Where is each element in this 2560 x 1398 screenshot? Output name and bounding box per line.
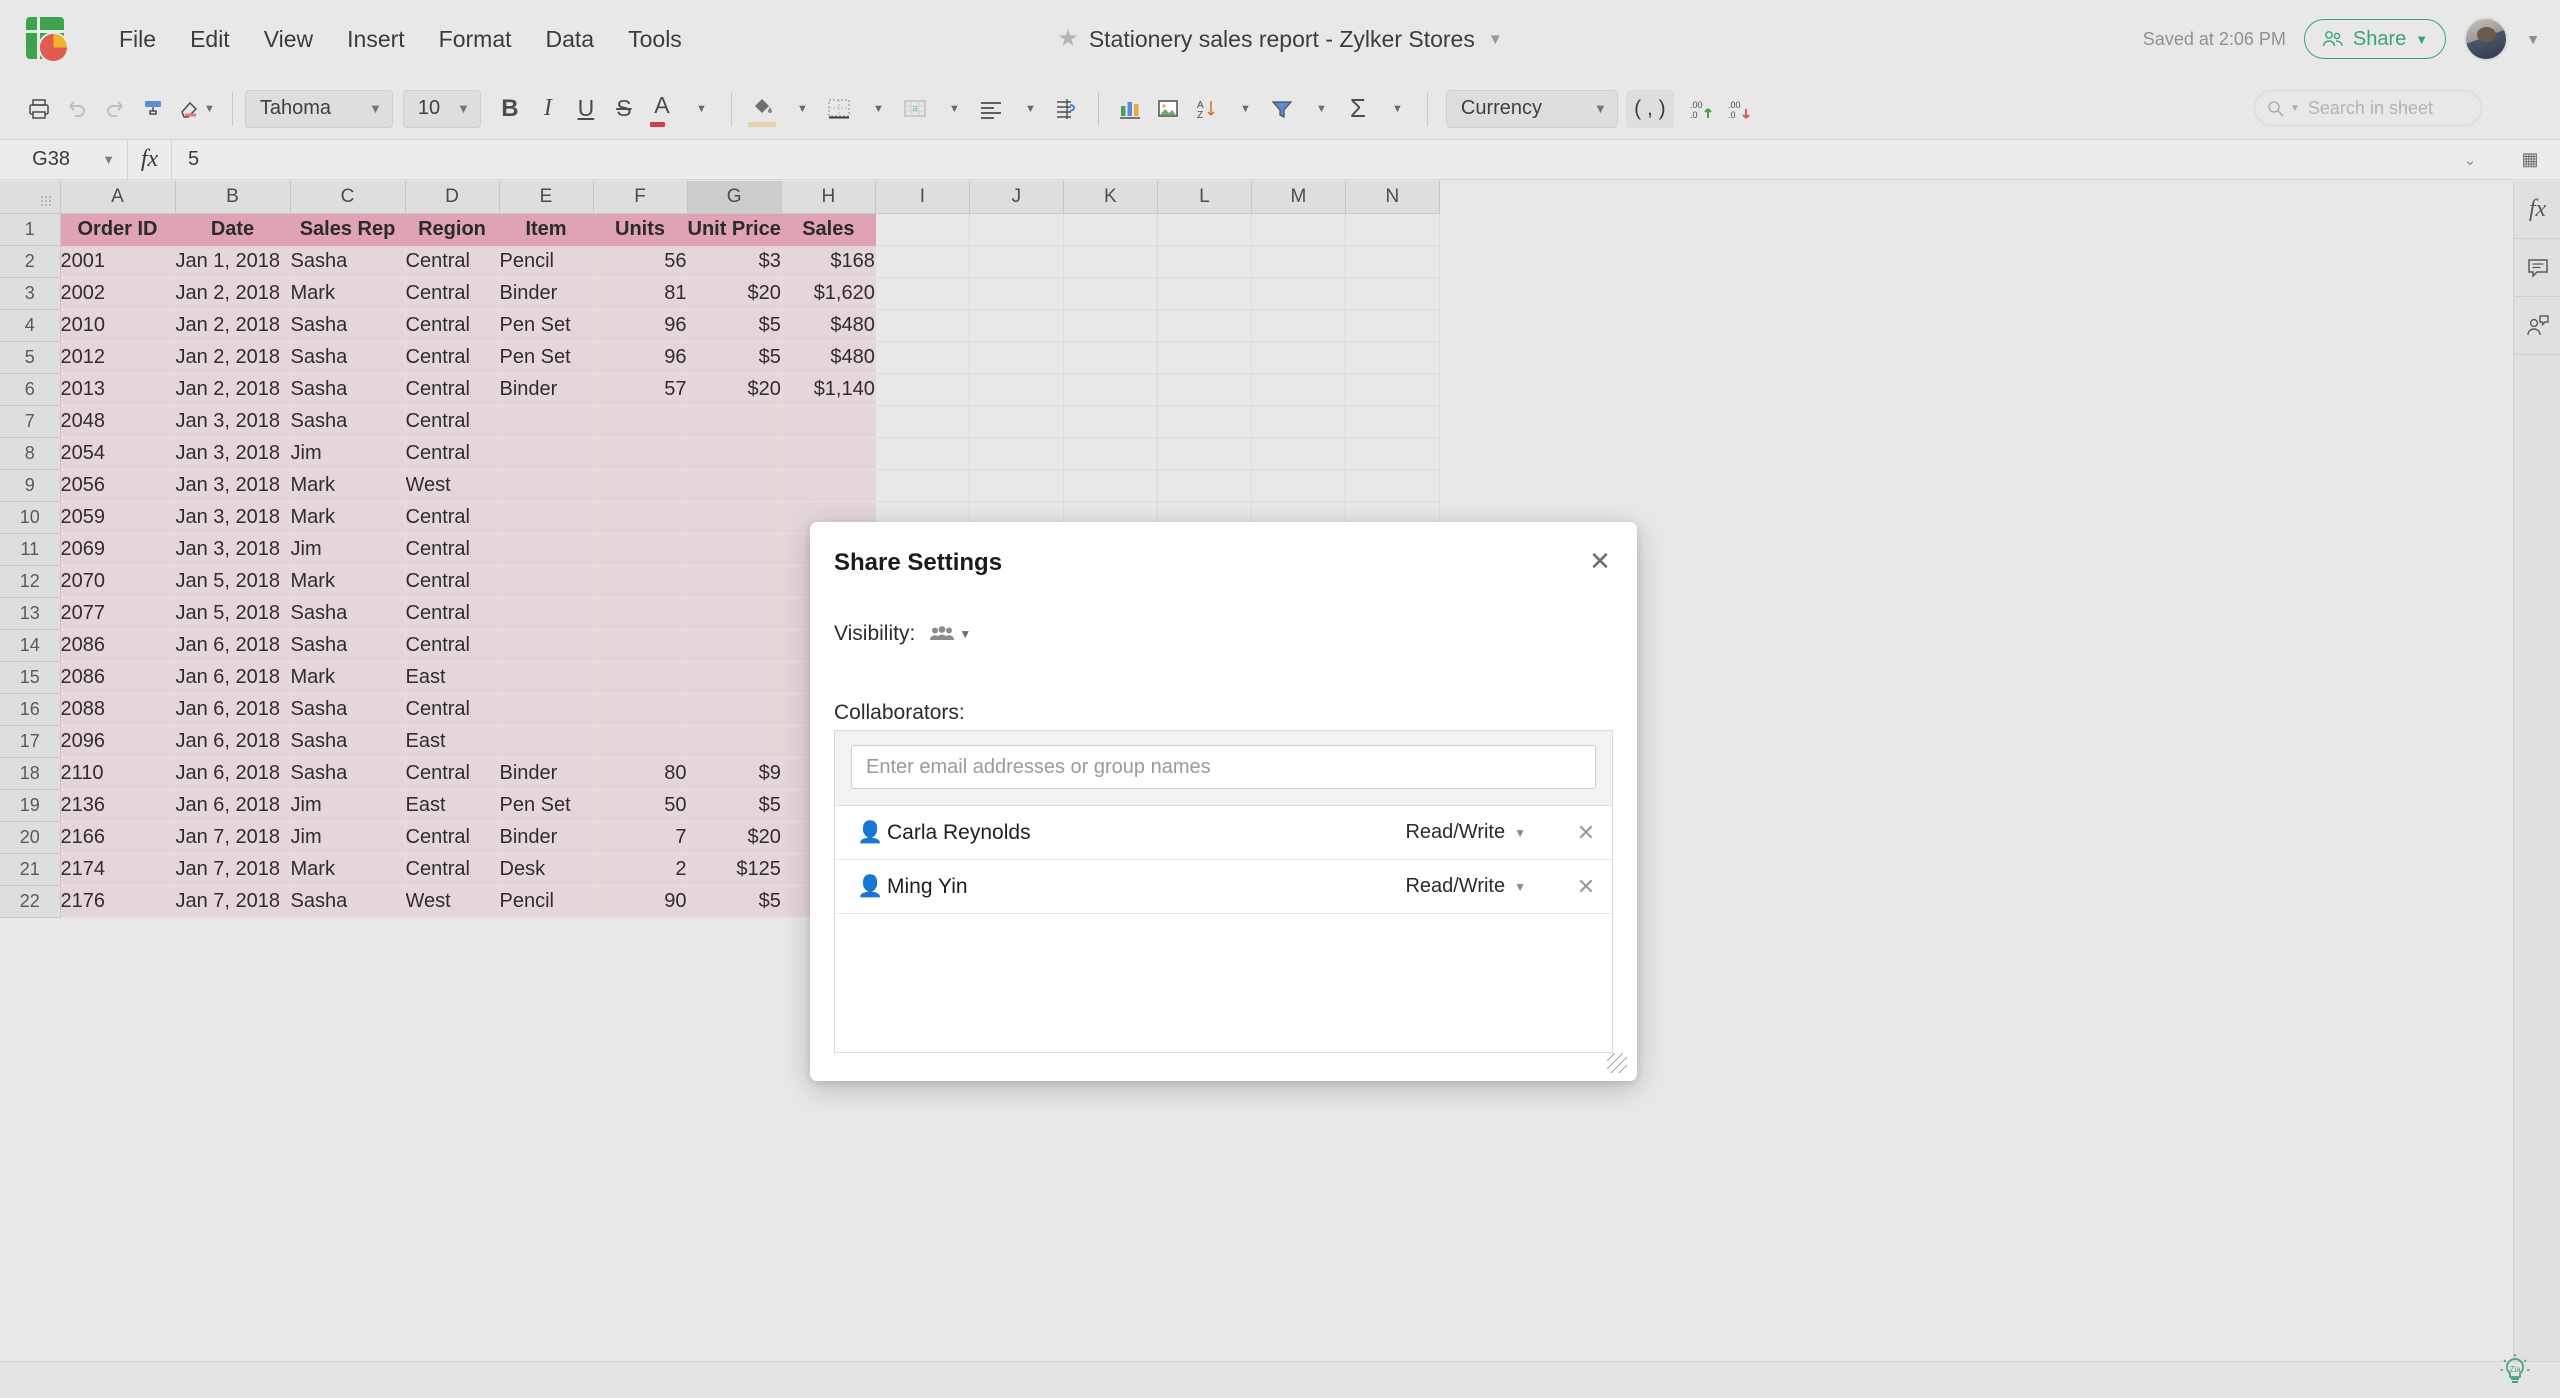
dialog-overlay: Share Settings ✕ Visibility: ▼ Collabora…: [0, 0, 2560, 1398]
collaborator-name: Carla Reynolds: [887, 820, 1031, 844]
spreadsheet-app: File Edit View Insert Format Data Tools …: [0, 0, 2560, 1398]
visibility-row: Visibility: ▼: [834, 622, 971, 646]
permission-value: Read/Write: [1405, 821, 1506, 843]
share-settings-dialog: Share Settings ✕ Visibility: ▼ Collabora…: [810, 522, 1637, 1081]
people-group-icon: [930, 626, 955, 640]
resize-grip-icon[interactable]: [1607, 1053, 1627, 1073]
collaborator-row: 👤 Ming Yin Read/Write ▼ ✕: [835, 860, 1612, 914]
caret-down-icon: ▼: [1514, 825, 1526, 840]
email-entry-zone: [835, 731, 1612, 806]
person-icon: 👤: [857, 874, 884, 898]
caret-down-icon: ▼: [1514, 879, 1526, 894]
caret-down-icon: ▼: [959, 627, 972, 641]
person-icon: 👤: [857, 820, 884, 844]
collaborator-email-input[interactable]: [851, 745, 1596, 789]
visibility-selector[interactable]: ▼: [929, 625, 971, 643]
dialog-title: Share Settings: [834, 549, 1003, 576]
remove-collaborator-button[interactable]: ✕: [1560, 874, 1612, 900]
collaborator-list: 👤 Carla Reynolds Read/Write ▼ ✕ 👤 Ming Yin Read…: [835, 806, 1612, 914]
collaborators-panel: 👤Carla ReynoldsRead/Write▼✕👤Ming YinRead…: [834, 730, 1613, 1053]
collaborators-label: Collaborators:: [834, 701, 965, 724]
collaborator-row: 👤 Carla Reynolds Read/Write ▼ ✕: [835, 806, 1612, 860]
visibility-label: Visibility:: [834, 622, 916, 645]
remove-collaborator-button[interactable]: ✕: [1560, 820, 1612, 846]
permission-value: Read/Write: [1405, 875, 1506, 897]
permission-select[interactable]: Read/Write ▼: [1405, 875, 1526, 898]
collaborator-name: Ming Yin: [887, 874, 968, 898]
permission-select[interactable]: Read/Write ▼: [1405, 821, 1526, 844]
close-icon[interactable]: ✕: [1583, 544, 1617, 578]
